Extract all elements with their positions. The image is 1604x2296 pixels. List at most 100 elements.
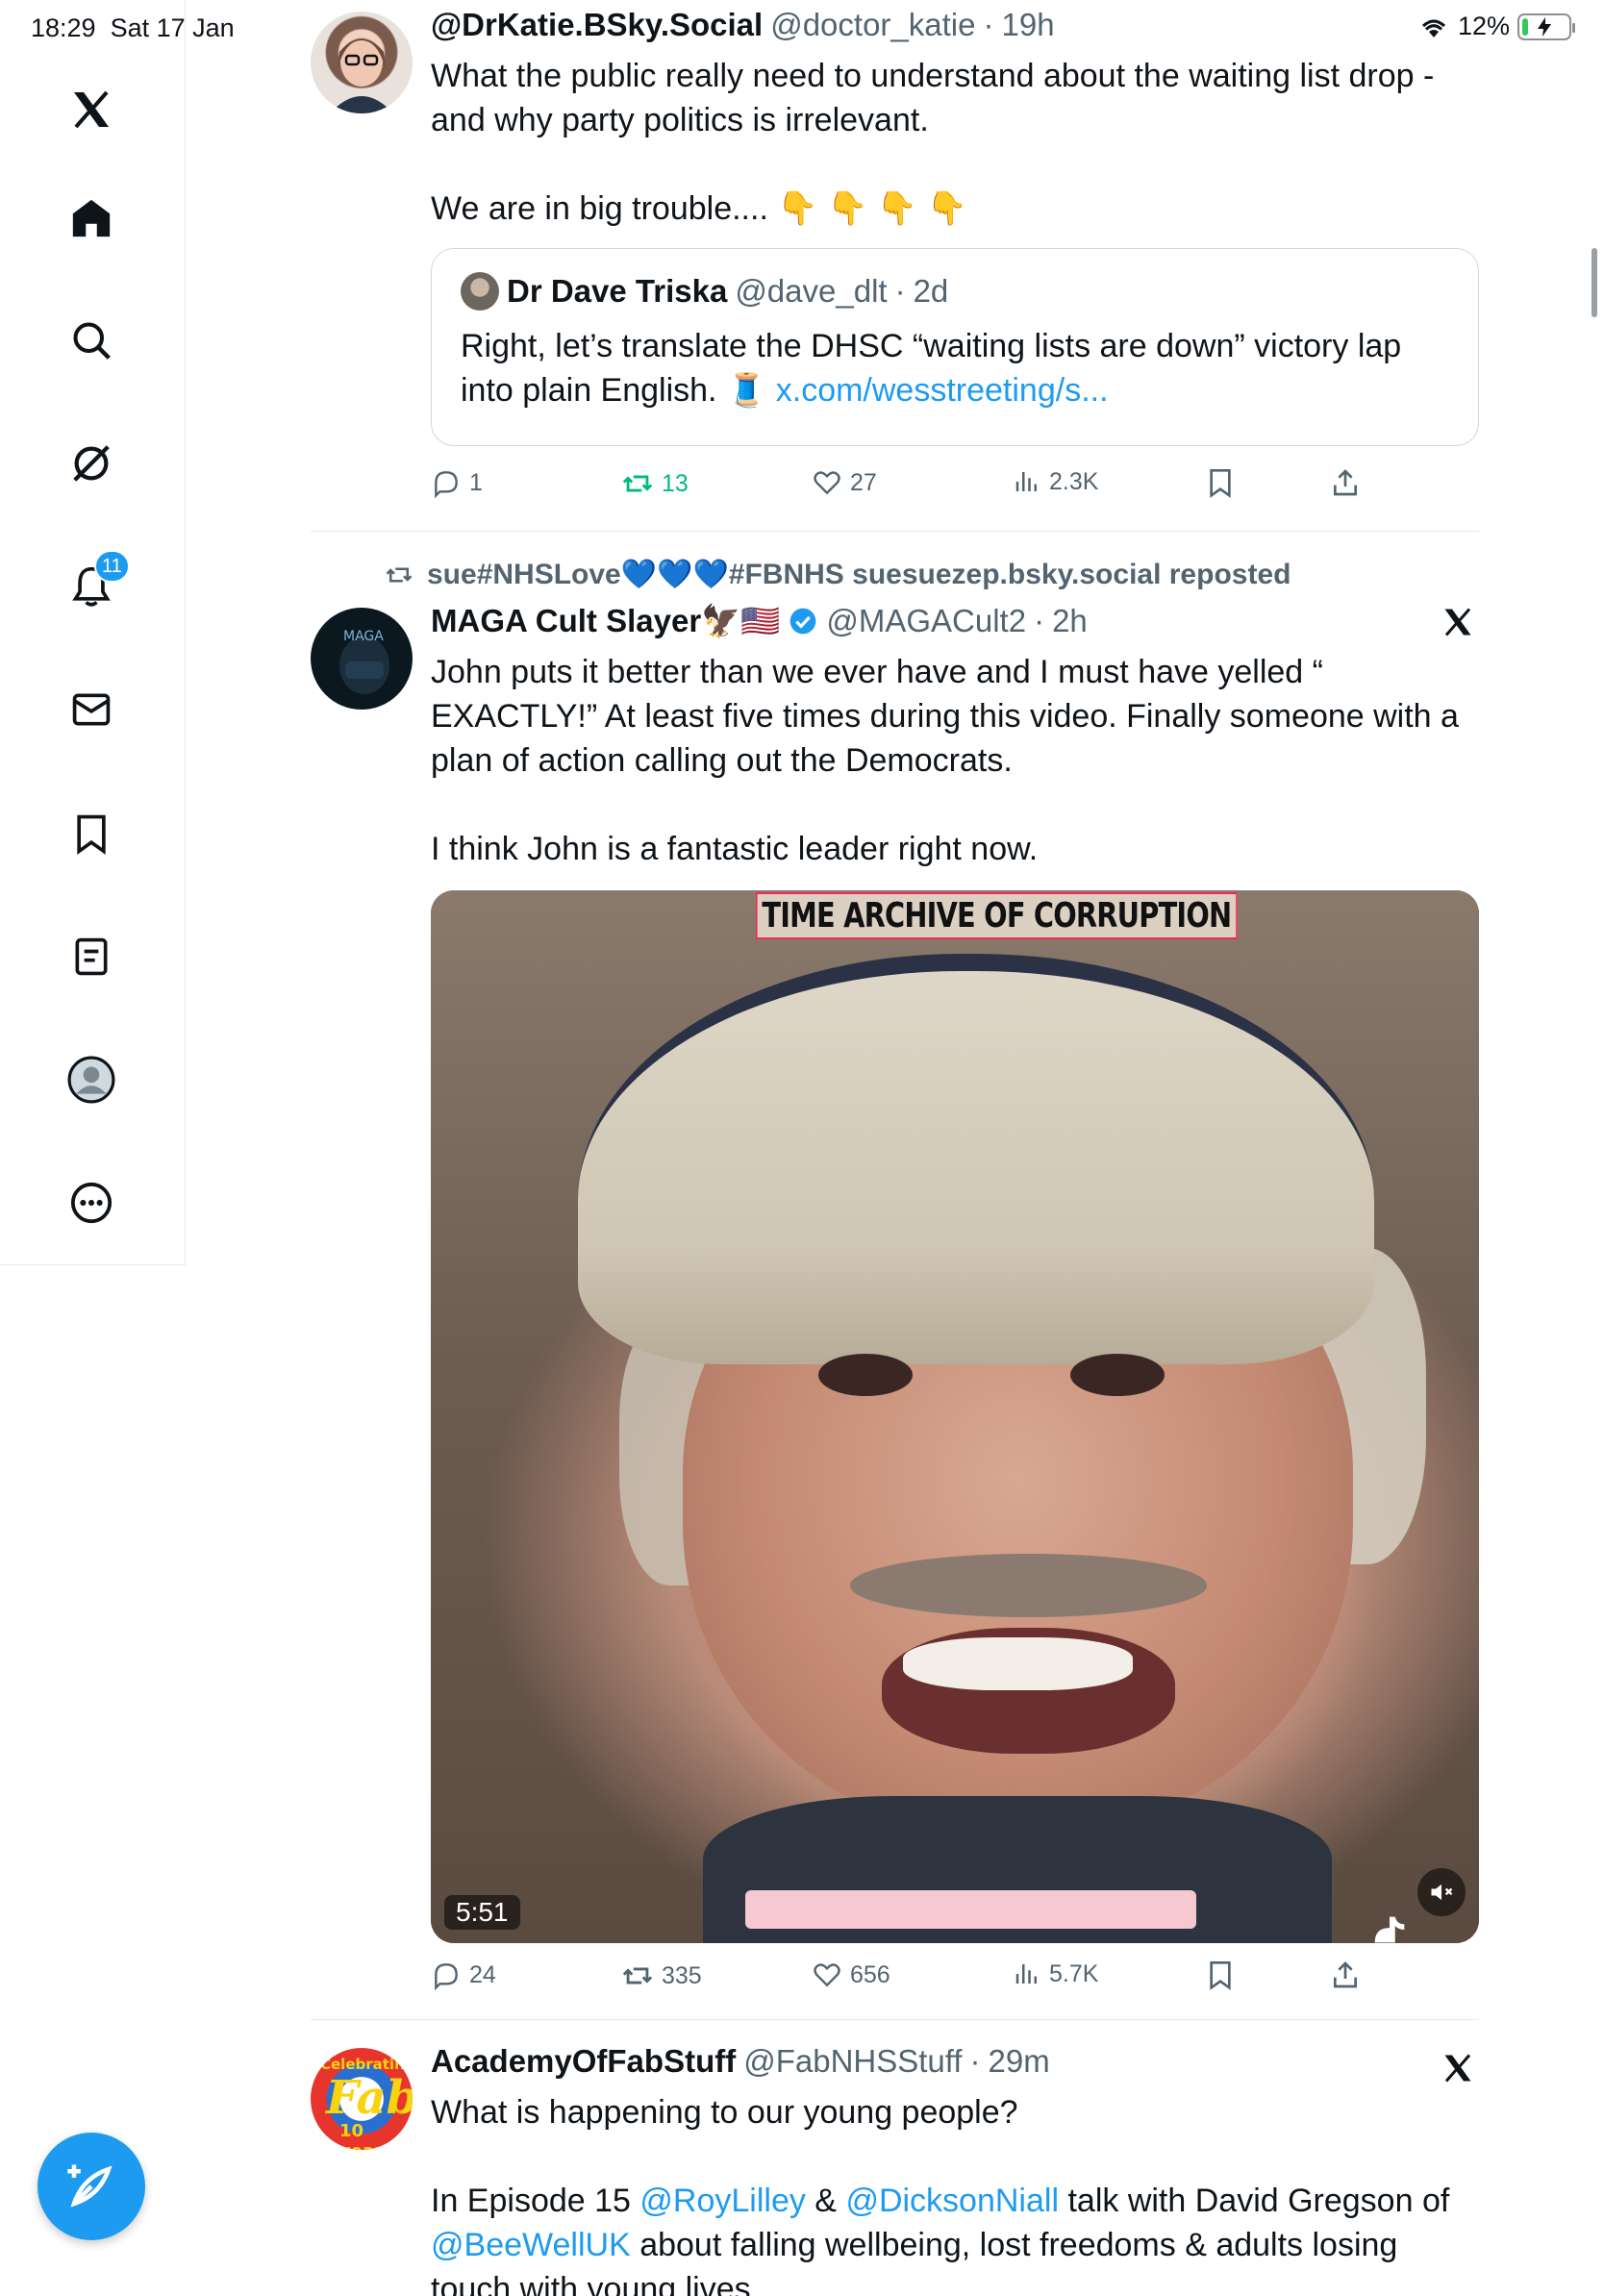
x-logo-icon[interactable] [61,79,122,140]
video-frame [1069,1353,1165,1396]
quoted-post[interactable]: Dr Dave Triska @dave_dlt · 2d Right, let… [431,248,1479,446]
video-caption-strip [745,1890,1196,1930]
mention-beewelluk[interactable]: @BeeWellUK [431,2227,631,2263]
mute-button[interactable] [1417,1868,1466,1916]
views-count: 5.7K [1049,1959,1099,1987]
avatar-drkatie[interactable] [311,12,413,113]
x-source-icon[interactable] [1436,600,1480,644]
repost-button[interactable]: 13 [621,467,689,500]
reply-button[interactable]: 24 [431,1959,496,1990]
post-divider [311,2019,1479,2020]
lists-icon[interactable] [61,926,122,987]
scrollbar[interactable] [1591,248,1597,317]
repost-count: 13 [662,469,689,497]
mention-dicksonniall[interactable]: @DicksonNiall [845,2183,1059,2219]
views-button[interactable]: 5.7K [1013,1959,1098,1988]
text-part: talk with David Gregson of [1059,2183,1450,2219]
post-time[interactable]: 19h [1001,6,1054,44]
share-button[interactable] [1330,467,1361,498]
like-button[interactable]: 27 [812,467,877,498]
heart-icon [814,1963,840,1987]
views-button[interactable]: 2.3K [1013,467,1098,496]
post-academyoffab[interactable]: Celebrating Fab 10 years AcademyOfFabStu… [311,2038,1479,2296]
repost-button[interactable]: 335 [621,1959,702,1992]
reply-count: 1 [469,468,483,496]
quote-link[interactable]: x.com/wesstreeting/s... [776,372,1109,409]
post-header: @DrKatie.BSky.Social @doctor_katie · 19h [431,6,1479,44]
like-count: 27 [850,468,877,496]
post-drkatie[interactable]: @DrKatie.BSky.Social @doctor_katie · 19h… [311,7,1479,531]
avatar-text-bottom: 10 years [339,2121,393,2150]
separator-dot: · [894,273,906,309]
verified-badge-icon [790,608,816,635]
post-text: John puts it better than we ever have an… [431,654,1459,867]
sidebar: 11 [0,0,186,1265]
views-count: 2.3K [1049,467,1099,495]
compose-post-icon [67,2164,113,2208]
author-handle[interactable]: @doctor_katie [770,6,975,44]
svg-text:MAGA: MAGA [343,629,384,644]
bookmark-icon [1210,1961,1231,1990]
more-icon[interactable] [61,1172,122,1234]
author-name[interactable]: @DrKatie.BSky.Social [431,6,763,44]
video-frame [902,1637,1134,1691]
bookmarks-icon[interactable] [61,803,122,864]
avatar-text-mid: Fab [326,2071,413,2125]
home-icon[interactable] [61,187,122,249]
like-button[interactable]: 656 [812,1959,890,1990]
bookmark-icon [1210,469,1231,498]
search-icon[interactable] [61,310,122,371]
author-handle[interactable]: @MAGACult2 [826,602,1026,640]
messages-icon[interactable] [61,679,122,740]
reply-count: 24 [469,1960,496,1988]
repost-count: 335 [662,1961,702,1989]
post-divider [311,531,1479,532]
video-frame [818,1353,914,1396]
quote-author: Dr Dave Triska [507,273,728,309]
text-part: In Episode 15 [431,2183,640,2219]
repost-by-text[interactable]: sue#NHSLove💙💙💙#FBNHS suesuezep.bsky.soci… [427,558,1291,591]
bookmark-button[interactable] [1205,467,1236,498]
separator-dot: · [969,2043,981,2079]
avatar-academyoffab[interactable]: Celebrating Fab 10 years [311,2048,413,2150]
share-button[interactable] [1330,1959,1361,1990]
video-player[interactable]: TIME ARCHIVE OF CORRUPTION 5:51 [431,890,1479,1943]
quote-header: Dr Dave Triska @dave_dlt · 2d [461,272,1449,311]
author-name[interactable]: AcademyOfFabStuff [431,2042,736,2081]
battery-icon [1517,12,1575,40]
bookmark-button[interactable] [1205,1959,1236,1990]
repost-small-icon [386,567,413,582]
heart-icon [814,471,840,495]
author-name[interactable]: MAGA Cult Slayer🦅🇺🇸 [431,602,780,640]
post-actions: 24 335 656 5.7K [431,1959,1392,1998]
notifications-icon[interactable]: 11 [61,550,130,617]
post-time[interactable]: 2h [1052,602,1088,640]
repost-attribution: sue#NHSLove💙💙💙#FBNHS suesuezep.bsky.soci… [383,558,1291,591]
post-magacult[interactable]: sue#NHSLove💙💙💙#FBNHS suesuezep.bsky.soci… [311,554,1479,2010]
tiktok-icon [1374,1916,1405,1943]
like-count: 656 [850,1960,890,1988]
post-body: AcademyOfFabStuff @FabNHSStuff · 29m Wha… [431,2042,1479,2296]
mention-roylilley[interactable]: @RoyLilley [639,2183,805,2219]
post-text: What the public really need to understan… [431,58,1435,227]
post-header: MAGA Cult Slayer🦅🇺🇸 @MAGACult2 · 2h [431,602,1479,640]
post-time[interactable]: 29m [989,2042,1050,2081]
author-handle[interactable]: @FabNHSStuff [743,2042,962,2081]
repost-icon [622,475,653,492]
avatar-magacult[interactable]: MAGA [311,608,413,710]
text-part: & [805,2183,846,2219]
reply-icon [435,471,458,498]
x-source-icon[interactable] [1436,2046,1479,2090]
post-text-paragraph: In Episode 15 @RoyLilley & @DicksonNiall… [431,2179,1479,2296]
repost-icon [622,1967,653,1984]
quote-handle: @dave_dlt [735,273,888,309]
grok-icon[interactable] [61,433,122,494]
post-body: MAGA Cult Slayer🦅🇺🇸 @MAGACult2 · 2h John… [431,602,1479,871]
post-actions: 1 13 27 2.3K [431,467,1392,506]
share-icon [1334,469,1357,496]
reply-button[interactable]: 1 [431,467,483,498]
profile-icon[interactable] [61,1049,122,1111]
post-body: @DrKatie.BSky.Social @doctor_katie · 19h… [431,6,1479,231]
separator-dot: · [983,7,994,42]
compose-post-button[interactable] [38,2133,145,2240]
